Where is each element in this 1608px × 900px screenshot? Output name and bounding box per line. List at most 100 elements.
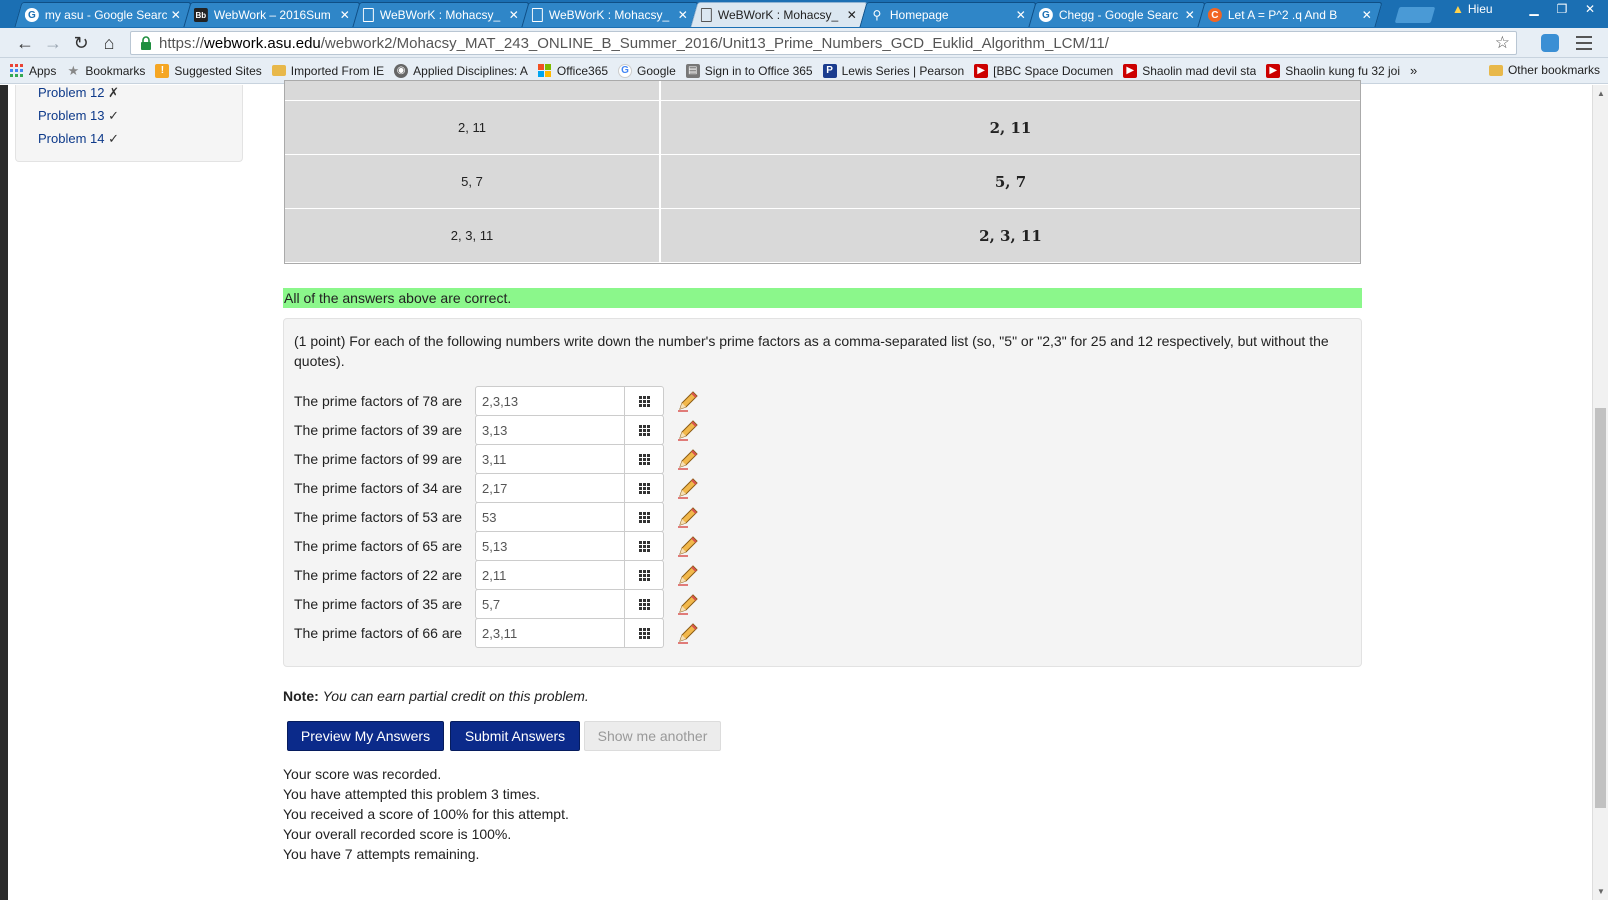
- answer-input[interactable]: [475, 618, 625, 648]
- new-tab-button[interactable]: [1394, 7, 1436, 23]
- tab-title: WeBWorK : Mohacsy_: [379, 8, 501, 22]
- tab[interactable]: Bb WebWork – 2016Sum ✕: [183, 2, 361, 27]
- problem-link-label: Problem 13: [38, 108, 105, 123]
- problem-box: (1 point) For each of the following numb…: [283, 318, 1362, 667]
- tab[interactable]: Gmy asu - Google Searc ✕: [14, 2, 192, 27]
- vertical-scrollbar[interactable]: ▲ ▼: [1592, 85, 1608, 900]
- close-icon[interactable]: ✕: [340, 8, 350, 22]
- answer-input[interactable]: [475, 531, 625, 561]
- show-another-button[interactable]: Show me another: [584, 721, 721, 751]
- scrollbar-thumb[interactable]: [1595, 408, 1606, 808]
- pencil-icon[interactable]: [676, 563, 700, 587]
- equation-editor-button[interactable]: [625, 444, 664, 474]
- submit-answers-button[interactable]: Submit Answers: [450, 721, 580, 751]
- note-label: Note:: [283, 688, 319, 704]
- close-icon[interactable]: ✕: [1016, 8, 1026, 22]
- bookmark-item[interactable]: ▤ Sign in to Office 365: [685, 63, 813, 78]
- forward-icon[interactable]: →: [42, 33, 64, 53]
- extension-icon[interactable]: [1541, 34, 1559, 52]
- tab-title: my asu - Google Searc: [44, 8, 167, 22]
- pencil-icon[interactable]: [676, 447, 700, 471]
- close-icon[interactable]: ✕: [1362, 8, 1372, 22]
- bookmark-star-icon[interactable]: ☆: [1495, 33, 1510, 53]
- answer-input[interactable]: [475, 589, 625, 619]
- answer-input[interactable]: [475, 560, 625, 590]
- equation-editor-button[interactable]: [625, 415, 664, 445]
- bookmark-item[interactable]: ★ Bookmarks: [66, 64, 146, 78]
- minimize-icon[interactable]: ▁: [1520, 0, 1548, 18]
- entered-cell: [285, 81, 661, 100]
- restore-icon[interactable]: ❐: [1548, 0, 1576, 18]
- problem-link-14[interactable]: Problem 14 ✓: [38, 131, 119, 147]
- url-path: /webwork2/Mohacsy_MAT_243_ONLINE_B_Summe…: [320, 34, 1109, 52]
- pencil-icon[interactable]: [676, 476, 700, 500]
- pencil-icon[interactable]: [676, 418, 700, 442]
- close-window-icon[interactable]: ✕: [1576, 0, 1604, 18]
- answer-input[interactable]: [475, 415, 625, 445]
- bookmark-item[interactable]: Apps: [10, 63, 57, 78]
- close-icon[interactable]: ✕: [1185, 8, 1195, 22]
- bookmark-item[interactable]: ▶ Shaolin mad devil sta: [1123, 63, 1257, 78]
- address-bar[interactable]: https://webwork.asu.edu/webwork2/Mohacsy…: [130, 31, 1517, 55]
- problem-link-12[interactable]: Problem 12 ✗: [38, 85, 119, 101]
- bookmark-label: Suggested Sites: [174, 63, 262, 78]
- close-icon[interactable]: ✕: [171, 8, 181, 22]
- bookmark-item[interactable]: ▶ [BBC Space Documen: [974, 63, 1113, 78]
- tab[interactable]: WeBWorK : Mohacsy_ ✕: [352, 2, 530, 27]
- bookmarks-overflow-button[interactable]: »: [1410, 63, 1417, 78]
- equation-editor-button[interactable]: [625, 531, 664, 561]
- tab[interactable]: WeBWorK : Mohacsy_ ✕: [521, 2, 699, 27]
- pencil-icon[interactable]: [676, 389, 700, 413]
- back-icon[interactable]: ←: [14, 33, 36, 53]
- pencil-icon[interactable]: [676, 534, 700, 558]
- equation-editor-button[interactable]: [625, 589, 664, 619]
- preview-cell: 2, 11: [661, 101, 1360, 154]
- answer-input[interactable]: [475, 473, 625, 503]
- scroll-down-icon[interactable]: ▼: [1597, 887, 1605, 896]
- bookmark-item[interactable]: ! Suggested Sites: [155, 63, 262, 78]
- bookmark-item[interactable]: Office365: [537, 63, 608, 78]
- preview-cell: [661, 81, 1360, 100]
- problem-link-13[interactable]: Problem 13 ✓: [38, 108, 119, 124]
- bookmark-item[interactable]: Imported From IE: [271, 64, 384, 78]
- reload-icon[interactable]: ↻: [70, 33, 92, 53]
- pencil-icon[interactable]: [676, 505, 700, 529]
- tab[interactable]: G Chegg - Google Searc ✕: [1028, 2, 1206, 27]
- pencil-icon[interactable]: [676, 592, 700, 616]
- preview-cell: 2, 3, 11: [661, 209, 1360, 262]
- tab-active[interactable]: WeBWorK : Mohacsy_ ✕: [690, 2, 868, 27]
- warning-icon: ▲: [1452, 2, 1464, 16]
- question-row: The prime factors of 22 are: [294, 560, 700, 590]
- menu-icon[interactable]: [1576, 34, 1592, 52]
- office-icon: [537, 63, 552, 78]
- bookmark-item[interactable]: ◉ Applied Disciplines: A: [394, 63, 528, 78]
- profile-button[interactable]: ▲ Hieu: [1452, 0, 1493, 18]
- close-icon[interactable]: ✕: [678, 8, 688, 22]
- equation-editor-button[interactable]: [625, 618, 664, 648]
- close-icon[interactable]: ✕: [509, 8, 519, 22]
- tab[interactable]: ⚲ Homepage ✕: [859, 2, 1037, 27]
- question-row: The prime factors of 53 are: [294, 502, 700, 532]
- youtube-icon: ▶: [1266, 63, 1281, 78]
- pencil-icon[interactable]: [676, 621, 700, 645]
- equation-editor-button[interactable]: [625, 560, 664, 590]
- bookmark-label: Apps: [29, 63, 57, 78]
- home-icon[interactable]: ⌂: [98, 33, 120, 53]
- preview-answers-button[interactable]: Preview My Answers: [287, 721, 444, 751]
- equation-editor-button[interactable]: [625, 502, 664, 532]
- answer-input[interactable]: [475, 386, 625, 416]
- other-bookmarks[interactable]: Other bookmarks: [1488, 63, 1600, 77]
- answer-input[interactable]: [475, 444, 625, 474]
- bookmark-label: Shaolin mad devil sta: [1142, 63, 1257, 78]
- tab[interactable]: C Let A = P^2 .q And B ✕: [1197, 2, 1383, 27]
- question-label: The prime factors of 34 are: [294, 480, 463, 496]
- answer-input[interactable]: [475, 502, 625, 532]
- equation-editor-button[interactable]: [625, 386, 664, 416]
- bookmark-item[interactable]: ▶ Shaolin kung fu 32 joi: [1266, 63, 1400, 78]
- bookmark-item[interactable]: G Google: [618, 63, 676, 78]
- equation-editor-button[interactable]: [625, 473, 664, 503]
- office-icon: ▤: [685, 63, 700, 78]
- close-icon[interactable]: ✕: [847, 8, 857, 22]
- scroll-up-icon[interactable]: ▲: [1597, 89, 1605, 98]
- bookmark-item[interactable]: P Lewis Series | Pearson: [822, 63, 964, 78]
